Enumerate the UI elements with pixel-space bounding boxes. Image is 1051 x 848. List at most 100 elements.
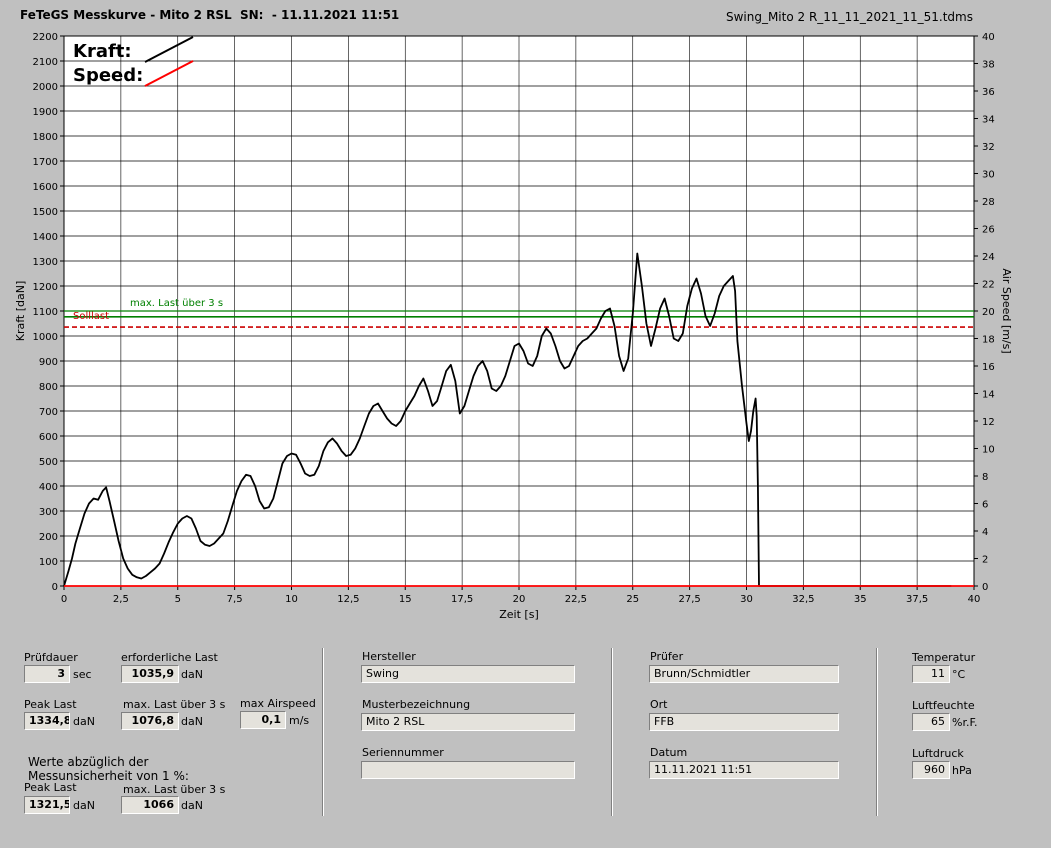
y-tick-label-right: 4 <box>982 527 988 538</box>
x-tick-label: 25 <box>626 594 639 605</box>
y-tick-label-right: 38 <box>982 60 995 71</box>
x-tick-label: 40 <box>968 594 981 605</box>
max-last2-unit: daN <box>181 799 203 812</box>
peak-last-unit: daN <box>73 715 95 728</box>
peak-last2-field: 1321,5 <box>24 796 70 814</box>
x-tick-label: 37,5 <box>906 594 928 605</box>
y-tick-label-left: 1600 <box>33 182 58 193</box>
y-tick-label-left: 1500 <box>33 207 58 218</box>
measurement-chart: 0 2,5 5 7,5 10 12,5 15 17,5 20 22,5 25 27,5 30 32,5 35… <box>14 32 1013 621</box>
y-tick-label-left: 1900 <box>33 107 58 118</box>
serien-label: Seriennummer <box>362 746 444 759</box>
solllast-label: Solllast <box>73 311 109 322</box>
y-tick-label-left: 400 <box>39 482 58 493</box>
max-last-unit: daN <box>181 715 203 728</box>
max-airspeed-field: 0,1 <box>240 711 286 729</box>
y-tick-label-right: 36 <box>982 87 995 98</box>
feuchte-unit: %r.F. <box>952 716 978 729</box>
y-tick-label-left: 2000 <box>33 82 58 93</box>
y-tick-label-left: 1200 <box>33 282 58 293</box>
y-tick-label-right: 26 <box>982 225 995 236</box>
x-tick-label: 20 <box>513 594 526 605</box>
max-last2-field: 1066 <box>121 796 179 814</box>
x-tick-label: 27,5 <box>678 594 700 605</box>
peak-last-field: 1334,8 <box>24 712 70 730</box>
y-tick-label-right: 40 <box>982 32 995 43</box>
y-axis-label-left: Kraft [daN] <box>14 281 27 342</box>
max-last-label: max. Last über 3 s <box>130 298 223 309</box>
druck-label: Luftdruck <box>912 747 964 760</box>
datum-field: 11.11.2021 11:51 <box>649 761 839 779</box>
x-tick-label: 35 <box>854 594 867 605</box>
y-tick-label-right: 24 <box>982 252 995 263</box>
y-tick-label-right: 28 <box>982 197 995 208</box>
feuchte-field: 65 <box>912 713 950 731</box>
x-tick-label: 5 <box>175 594 181 605</box>
erf-last-field: 1035,9 <box>121 665 179 683</box>
y-tick-label-left: 200 <box>39 532 58 543</box>
muster-label: Musterbezeichnung <box>362 698 471 711</box>
y-tick-label-left: 0 <box>52 582 58 593</box>
x-axis-label: Zeit [s] <box>499 608 538 621</box>
pruefer-label: Prüfer <box>650 650 684 663</box>
temp-field: 11 <box>912 665 950 683</box>
y-tick-label-left: 1400 <box>33 232 58 243</box>
y-tick-label-right: 34 <box>982 115 995 126</box>
pruefdauer-field: 3 <box>24 665 70 683</box>
legend-speed-label: Speed: <box>73 65 143 86</box>
x-tick-label: 10 <box>285 594 298 605</box>
max-last-field: 1076,8 <box>121 712 179 730</box>
y-tick-label-right: 14 <box>982 390 995 401</box>
max-airspeed-label: max Airspeed <box>240 697 316 710</box>
peak-last2-label: Peak Last <box>24 781 77 794</box>
muster-field: Mito 2 RSL <box>361 713 575 731</box>
y-tick-label-right: 32 <box>982 142 995 153</box>
y-tick-label-left: 2200 <box>33 32 58 43</box>
x-tick-label: 12,5 <box>337 594 359 605</box>
pruefdauer-unit: sec <box>73 668 92 681</box>
peak-last2-unit: daN <box>73 799 95 812</box>
y-tick-label-right: 2 <box>982 555 988 566</box>
x-tick-label: 30 <box>740 594 753 605</box>
feuchte-label: Luftfeuchte <box>912 699 975 712</box>
y-tick-label-left: 900 <box>39 357 58 368</box>
hersteller-label: Hersteller <box>362 650 416 663</box>
druck-unit: hPa <box>952 764 972 777</box>
temp-label: Temperatur <box>912 651 976 664</box>
note-line-1: Werte abzüglich der <box>28 755 149 769</box>
y-tick-label-left: 1000 <box>33 332 58 343</box>
datum-label: Datum <box>650 746 688 759</box>
y-tick-label-right: 20 <box>982 307 995 318</box>
pruefer-field: Brunn/Schmidtler <box>649 665 839 683</box>
y-tick-label-left: 2100 <box>33 57 58 68</box>
peak-last-label: Peak Last <box>24 698 77 711</box>
separator-2 <box>611 648 613 816</box>
legend-kraft-label: Kraft: <box>73 41 132 62</box>
y-tick-label-right: 8 <box>982 472 988 483</box>
y-tick-label-right: 18 <box>982 335 995 346</box>
x-tick-label: 15 <box>399 594 412 605</box>
y-tick-label-right: 6 <box>982 500 988 511</box>
pruefdauer-label: Prüfdauer <box>24 651 78 664</box>
separator-1 <box>322 648 324 816</box>
druck-field: 960 <box>912 761 950 779</box>
ort-field: FFB <box>649 713 839 731</box>
y-tick-label-right: 16 <box>982 362 995 373</box>
y-tick-label-left: 100 <box>39 557 58 568</box>
max-last-label: max. Last über 3 s <box>123 698 226 711</box>
y-tick-label-right: 30 <box>982 170 995 181</box>
hersteller-field: Swing <box>361 665 575 683</box>
x-tick-label: 17,5 <box>451 594 473 605</box>
serien-field <box>361 761 575 779</box>
ort-label: Ort <box>650 698 668 711</box>
y-tick-label-left: 600 <box>39 432 58 443</box>
y-tick-label-right: 22 <box>982 280 995 291</box>
y-tick-label-left: 1300 <box>33 257 58 268</box>
x-tick-label: 32,5 <box>792 594 814 605</box>
max-last2-label: max. Last über 3 s <box>123 783 226 796</box>
separator-3 <box>876 648 878 816</box>
x-tick-label: 0 <box>61 594 67 605</box>
y-tick-label-left: 1700 <box>33 157 58 168</box>
y-tick-label-right: 12 <box>982 417 995 428</box>
max-airspeed-unit: m/s <box>289 714 310 727</box>
